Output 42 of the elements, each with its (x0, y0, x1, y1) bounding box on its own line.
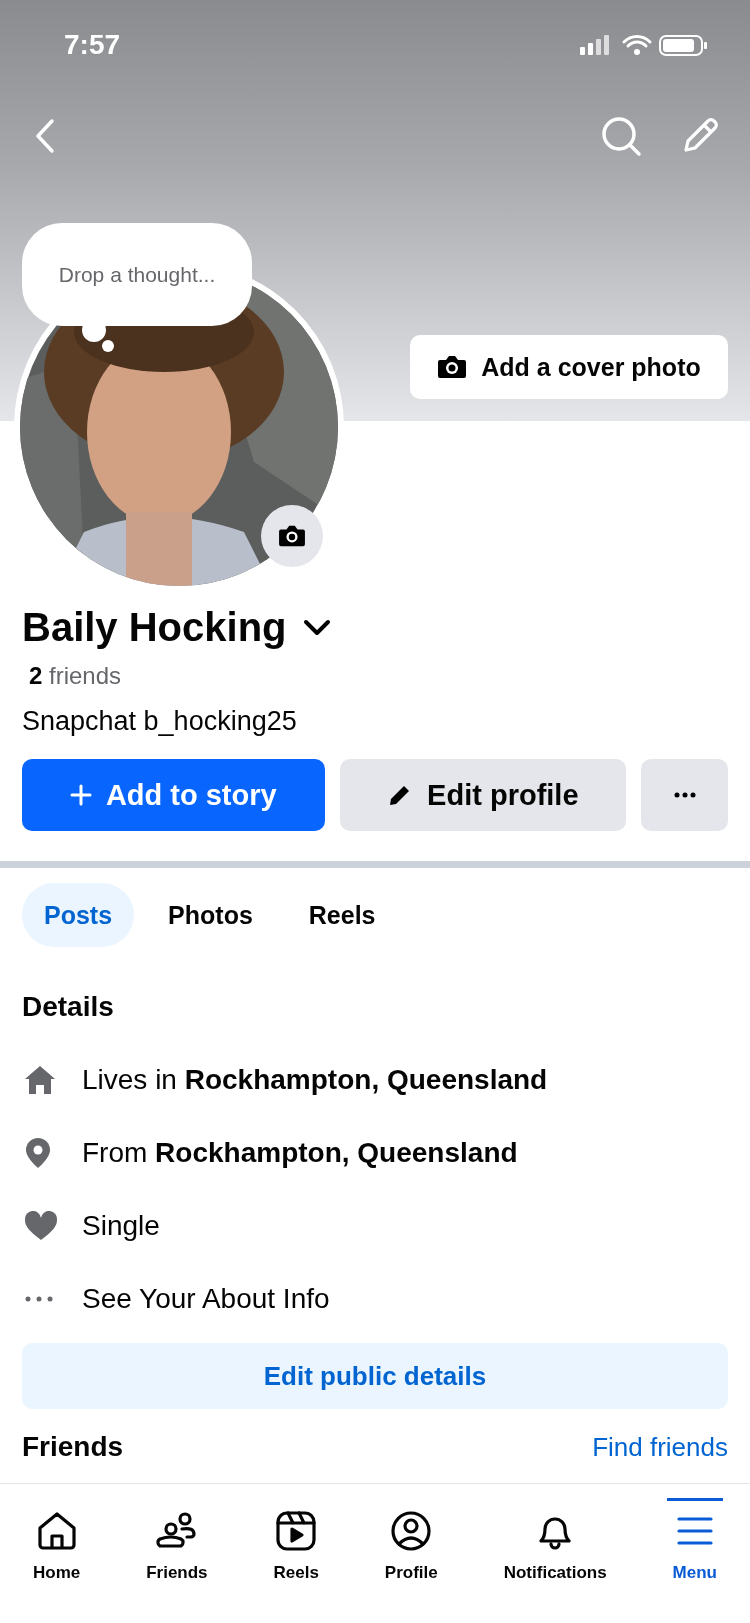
content-tab[interactable]: Reels (286, 883, 398, 947)
plus-icon (69, 784, 92, 806)
edit-public-details-button[interactable]: Edit public details (22, 1343, 728, 1409)
profile-name: Baily Hocking (22, 605, 287, 650)
find-friends-link[interactable]: Find friends (592, 1431, 728, 1463)
nav-tab[interactable]: Notifications (497, 1498, 613, 1598)
detail-text: From Rockhampton, Queensland (82, 1136, 518, 1169)
nav-tab[interactable]: Profile (378, 1498, 444, 1598)
camera-icon (278, 524, 306, 548)
play-icon (274, 1509, 319, 1553)
add-to-story-button[interactable]: Add to story (22, 759, 325, 831)
battery-icon (659, 35, 707, 56)
bio-text: Snapchat b_hocking25 (22, 706, 298, 737)
search-icon[interactable] (600, 115, 642, 157)
detail-text[interactable]: See Your About Info (82, 1282, 330, 1315)
more-icon (24, 1295, 54, 1302)
detail-text: Lives in Rockhampton, Queensland (82, 1063, 548, 1096)
add-cover-photo-button[interactable]: Add a cover photo (410, 335, 728, 399)
thought-bubble[interactable]: Drop a thought... (22, 223, 252, 326)
thought-placeholder: Drop a thought... (58, 262, 216, 287)
signal-icon (580, 35, 609, 55)
status-time: 7:57 (64, 29, 121, 61)
wifi-icon (622, 35, 652, 55)
more-icon (673, 792, 696, 798)
nav-tab[interactable]: Friends (140, 1498, 214, 1598)
details-heading: Details (22, 991, 115, 1023)
person-icon (389, 1509, 434, 1553)
detail-text: Single (82, 1209, 160, 1242)
nav-tab[interactable]: Menu (666, 1498, 723, 1598)
camera-icon (437, 354, 468, 380)
house-icon (24, 1063, 56, 1096)
content-tab[interactable]: Photos (146, 883, 275, 947)
location-pin-icon (24, 1136, 52, 1169)
nav-tab[interactable]: Home (26, 1498, 87, 1598)
friends-count[interactable]: 2 friends (29, 662, 728, 690)
heart-icon (24, 1210, 58, 1241)
edit-profile-button[interactable]: Edit profile (339, 759, 627, 831)
back-icon[interactable] (34, 118, 56, 154)
content-tab[interactable]: Posts (22, 883, 135, 947)
nav-tab[interactable]: Reels (267, 1498, 325, 1598)
chevron-down-icon[interactable] (302, 618, 331, 637)
friends-heading: Friends (22, 1431, 124, 1463)
